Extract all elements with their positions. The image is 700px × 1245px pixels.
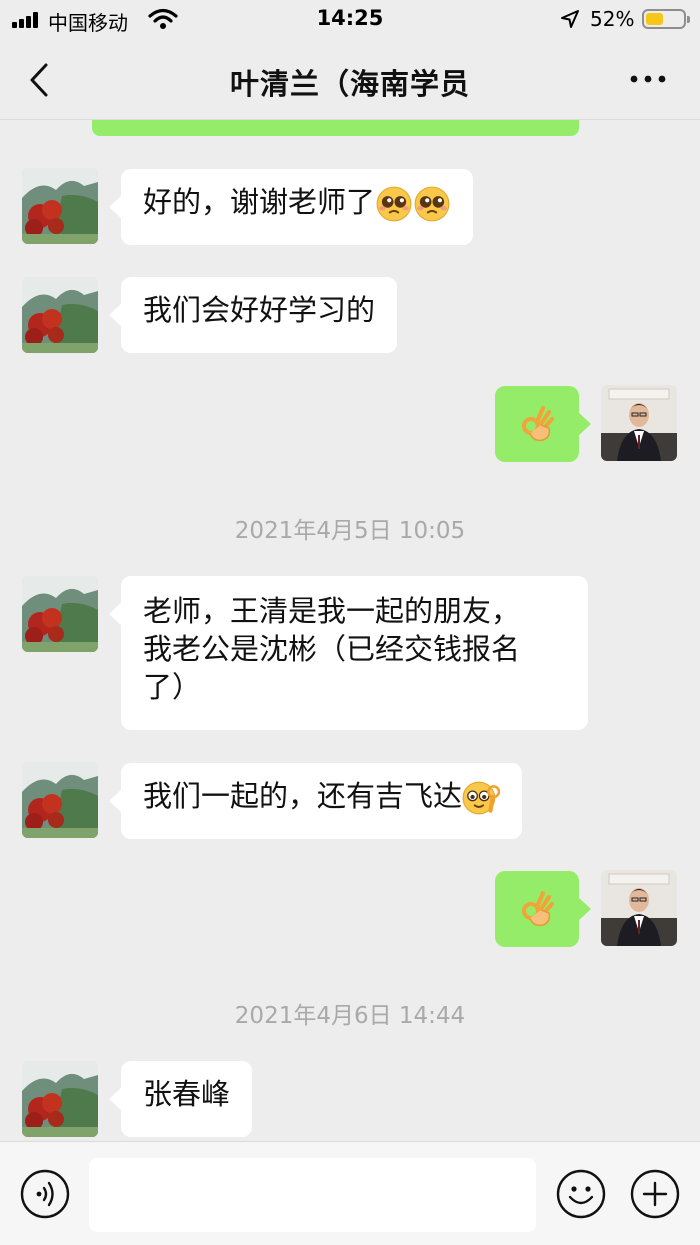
contact-avatar[interactable] bbox=[22, 168, 98, 244]
message-bubble-outgoing[interactable] bbox=[495, 386, 591, 462]
contact-avatar[interactable] bbox=[22, 762, 98, 838]
message-text: 好的，谢谢老师了 bbox=[143, 185, 376, 219]
my-avatar[interactable] bbox=[601, 870, 677, 946]
message-text: 我们一起的，还有吉飞达 bbox=[143, 779, 463, 813]
chat-title: 叶清兰（海南学员 bbox=[229, 67, 470, 101]
battery-percent: 52% bbox=[590, 7, 635, 31]
message-timestamp: 2021年4月5日 10:05 bbox=[234, 518, 466, 544]
message-bubble-incoming[interactable]: 张春峰 bbox=[108, 1061, 253, 1137]
message-bubble-incoming[interactable]: 我们会好好学习的 bbox=[108, 277, 398, 353]
plus-icon[interactable] bbox=[630, 1169, 680, 1219]
pleading-face-emoji-icon bbox=[376, 186, 412, 222]
message-bubble-incoming[interactable]: 好的，谢谢老师了 bbox=[108, 169, 474, 245]
message-text: 张春峰 bbox=[143, 1077, 231, 1111]
chat-header: 叶清兰（海南学员 bbox=[0, 40, 700, 120]
ok-hand-emoji-icon bbox=[517, 404, 557, 444]
contact-avatar[interactable] bbox=[22, 576, 98, 652]
emoji-icon[interactable] bbox=[556, 1169, 606, 1219]
battery-icon bbox=[642, 9, 690, 29]
message-text-line: 了） bbox=[143, 670, 202, 704]
message-input[interactable] bbox=[89, 1158, 536, 1232]
ok-face-emoji-icon bbox=[462, 779, 500, 817]
pleading-face-emoji-icon bbox=[414, 186, 450, 222]
message-text-line: 老师，王清是我一起的朋友， bbox=[143, 594, 521, 628]
status-bar: 中国移动 14:25 52% bbox=[0, 0, 700, 40]
message-timestamp: 2021年4月6日 14:44 bbox=[234, 1003, 466, 1029]
message-bubble-incoming[interactable]: 我们一起的，还有吉飞达 bbox=[108, 763, 523, 839]
message-bubble-outgoing[interactable] bbox=[495, 871, 591, 947]
contact-avatar[interactable] bbox=[22, 1061, 98, 1137]
voice-icon[interactable] bbox=[20, 1169, 70, 1219]
message-text-line: 我老公是沈彬（已经交钱报名 bbox=[143, 632, 521, 666]
message-bubble-incoming[interactable]: 老师，王清是我一起的朋友， 我老公是沈彬（已经交钱报名 了） bbox=[109, 576, 588, 730]
location-arrow-icon bbox=[561, 10, 579, 28]
my-avatar[interactable] bbox=[601, 385, 677, 461]
input-bar bbox=[0, 1141, 700, 1245]
ok-hand-emoji-icon bbox=[517, 889, 557, 929]
message-text: 我们会好好学习的 bbox=[143, 293, 376, 327]
more-options-icon[interactable] bbox=[626, 64, 670, 94]
previous-message-bubble[interactable] bbox=[92, 120, 579, 136]
contact-avatar[interactable] bbox=[22, 277, 98, 353]
